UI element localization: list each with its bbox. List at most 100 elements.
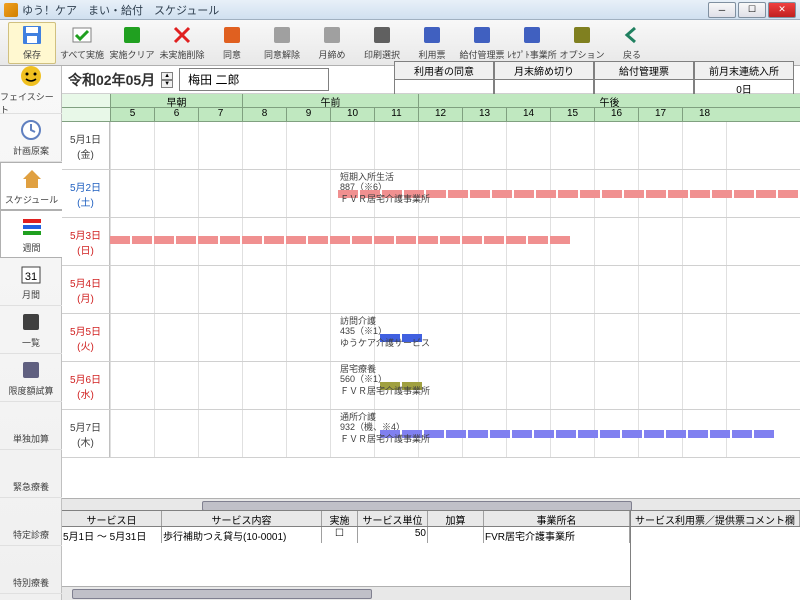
service-grid: サービス日 サービス内容 実施 サービス単位 加算 事業所名 5月1日 ～ 5月… <box>62 510 800 600</box>
period-early: 早朝 <box>110 94 242 107</box>
day-label: 5月2日(土) <box>62 170 110 217</box>
hour-header: 56789101112131415161718 <box>62 108 800 122</box>
status-box: 給付管理票 <box>594 61 694 98</box>
sidebar-plan-button[interactable]: 計画原案 <box>0 114 62 162</box>
day-label: 5月7日(木) <box>62 410 110 457</box>
hour-cell: 18 <box>682 108 726 121</box>
day-label: 5月5日(火) <box>62 314 110 361</box>
toolbar-agree-button[interactable]: 同意 <box>208 22 256 64</box>
day-row[interactable]: 5月7日(木)通所介護932（機、※4）ＦＶＲ居宅介護事業所 <box>62 410 800 458</box>
day-row[interactable]: 5月4日(月) <box>62 266 800 314</box>
hour-cell: 5 <box>110 108 154 121</box>
day-row[interactable]: 5月5日(火)訪問介護435（※1）ゆうケア介護サービス <box>62 314 800 362</box>
hour-cell: 9 <box>286 108 330 121</box>
sidebar: フェイスシート計画原案スケジュール週間31月間一覧限度額試算単独加算緊急療養特定… <box>0 66 62 600</box>
toolbar-exec-del-button[interactable]: 未実施削除 <box>158 22 206 64</box>
day-label: 5月3日(日) <box>62 218 110 265</box>
schedule-bar[interactable] <box>380 430 776 438</box>
status-box: 月末締め切り <box>494 61 594 98</box>
titlebar: ゆう！ケア まい・給付 スケジュール ─ ☐ ✕ <box>0 0 800 20</box>
bars-icon <box>20 215 44 239</box>
app-icon <box>4 3 18 17</box>
receipt-icon <box>521 24 543 46</box>
hour-cell: 6 <box>154 108 198 121</box>
hour-cell: 15 <box>550 108 594 121</box>
hour-cell: 7 <box>198 108 242 121</box>
clock-icon <box>19 118 43 142</box>
toolbar-save-button[interactable]: 保存 <box>8 22 56 64</box>
hour-cell: 10 <box>330 108 374 121</box>
schedule-body[interactable]: 5月1日(金)5月2日(土)短期入所生活887（※6）ＦＶＲ居宅介護事業所5月3… <box>62 122 800 498</box>
status-box: 前月末連続入所0日 <box>694 61 794 98</box>
sidebar-list-button[interactable]: 一覧 <box>0 306 62 354</box>
comment-header: サービス利用票／提供票コメント欄 <box>631 511 800 526</box>
period-spinner[interactable]: ▲▼ <box>161 72 173 88</box>
back-icon <box>621 24 643 46</box>
sidebar-unit-button[interactable]: 単独加算 <box>0 402 62 450</box>
toolbar-exec-clear-button[interactable]: 実施クリア <box>108 22 156 64</box>
slip1-icon <box>421 24 443 46</box>
sidebar-emergency-button[interactable]: 緊急療養 <box>0 450 62 498</box>
day-row[interactable]: 5月1日(金) <box>62 122 800 170</box>
toolbar-agree-cancel-button[interactable]: 同意解除 <box>258 22 306 64</box>
horizontal-scrollbar[interactable] <box>62 498 800 510</box>
blank-icon <box>19 502 43 526</box>
day-label: 5月1日(金) <box>62 122 110 169</box>
svg-text:31: 31 <box>25 271 37 283</box>
time-period-header: 早朝 午前 午後 <box>62 94 800 108</box>
content-area: 令和02年05月 ▲▼ 梅田 二郎 利用者の同意月末締め切り給付管理票前月末連続… <box>62 66 800 600</box>
user-name-field[interactable]: 梅田 二郎 <box>179 68 329 91</box>
maximize-button[interactable]: ☐ <box>738 2 766 18</box>
lock-icon <box>321 24 343 46</box>
gear-icon <box>571 24 593 46</box>
sidebar-facesheet-button[interactable]: フェイスシート <box>0 66 62 114</box>
day-row[interactable]: 5月2日(土)短期入所生活887（※6）ＦＶＲ居宅介護事業所 <box>62 170 800 218</box>
toolbar-exec-all-button[interactable]: すべて実施 <box>58 22 106 64</box>
list-icon <box>19 310 43 334</box>
hour-cell: 17 <box>638 108 682 121</box>
day-label: 5月4日(月) <box>62 266 110 313</box>
exec-checkbox[interactable]: ☐ <box>322 527 358 543</box>
grid-h-scrollbar[interactable] <box>62 586 630 600</box>
toolbar-back-button[interactable]: 戻る <box>608 22 656 64</box>
sidebar-month-button[interactable]: 31月間 <box>0 258 62 306</box>
save-icon <box>21 24 43 46</box>
minimize-button[interactable]: ─ <box>708 2 736 18</box>
schedule-area: 早朝 午前 午後 56789101112131415161718 5月1日(金)… <box>62 94 800 510</box>
period-am: 午前 <box>242 94 418 107</box>
sidebar-special-med-button[interactable]: 特定診療 <box>0 498 62 546</box>
toolbar-benefit-slip-button[interactable]: 給付管理票 <box>458 22 506 64</box>
window-title: ゆう！ケア まい・給付 スケジュール <box>22 2 708 18</box>
close-button[interactable]: ✕ <box>768 2 796 18</box>
calendar-icon: 31 <box>19 262 43 286</box>
toolbar-month-close-button[interactable]: 月締め <box>308 22 356 64</box>
period-label: 令和02年05月 <box>68 70 155 90</box>
day-row[interactable]: 5月3日(日) <box>62 218 800 266</box>
day-label: 5月6日(水) <box>62 362 110 409</box>
toolbar-print-sel-button[interactable]: 印刷選択 <box>358 22 406 64</box>
toolbar-option-button[interactable]: オプション <box>558 22 606 64</box>
hour-cell: 16 <box>594 108 638 121</box>
slip2-icon <box>471 24 493 46</box>
toolbar-receipt-button[interactable]: ﾚｾﾌﾟﾄ事業所 <box>508 22 556 64</box>
sidebar-week-button[interactable]: 週間 <box>0 210 62 258</box>
blank-icon <box>19 454 43 478</box>
sidebar-limit-button[interactable]: 限度額試算 <box>0 354 62 402</box>
toolbar: 保存すべて実施実施クリア未実施削除同意同意解除月締め印刷選択利用票給付管理票ﾚｾ… <box>0 20 800 66</box>
toolbar-use-slip-button[interactable]: 利用票 <box>408 22 456 64</box>
blank-icon <box>19 550 43 574</box>
calc-icon <box>19 358 43 382</box>
schedule-bar[interactable] <box>110 236 572 244</box>
status-box: 利用者の同意 <box>394 61 494 98</box>
grid-row[interactable]: 5月1日 ～ 5月31日 歩行補助つえ貸与(10-0001) ☐ 50 FVR居… <box>62 527 630 543</box>
day-row[interactable]: 5月6日(水)居宅療養560（※1）ＦＶＲ居宅介護事業所 <box>62 362 800 410</box>
house-icon <box>20 167 44 191</box>
sidebar-special-care-button[interactable]: 特別療養 <box>0 546 62 594</box>
print-icon <box>371 24 393 46</box>
grid-header: サービス日 サービス内容 実施 サービス単位 加算 事業所名 <box>62 511 630 527</box>
hour-cell: 12 <box>418 108 462 121</box>
hour-cell: 8 <box>242 108 286 121</box>
clear-icon <box>121 24 143 46</box>
blank-icon <box>19 406 43 430</box>
sidebar-schedule-button[interactable]: スケジュール <box>0 162 62 210</box>
